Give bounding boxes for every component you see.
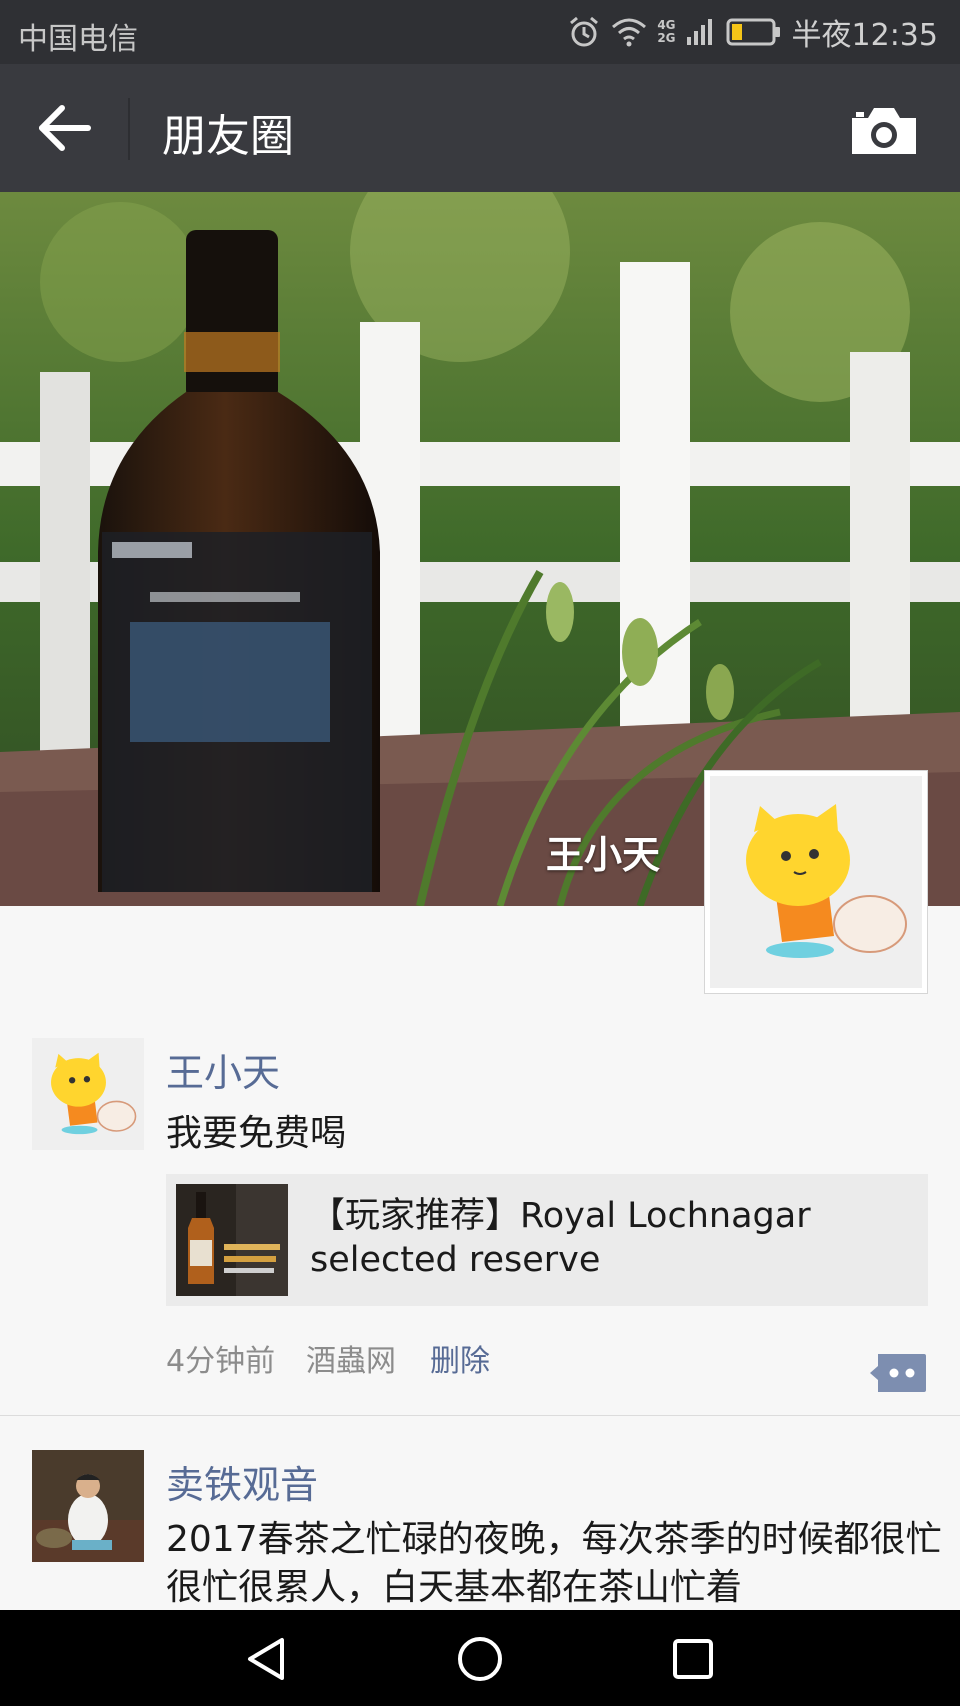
camera-icon[interactable] [848, 104, 920, 158]
back-arrow-icon[interactable] [30, 100, 100, 156]
page-title: 朋友圈 [162, 111, 294, 162]
post-author-name[interactable]: 卖铁观音 [166, 1454, 318, 1509]
cartoon-cat-avatar-icon [32, 1038, 144, 1150]
delete-link[interactable]: 删除 [430, 1336, 490, 1380]
nav-divider [128, 98, 130, 160]
top-nav-bar: 朋友圈 [0, 64, 960, 192]
post-timestamp: 4分钟前 [166, 1344, 276, 1379]
status-bar: 中国电信 4G 2G 半夜12:35 [0, 0, 960, 64]
network-type-label: 4G 2G [657, 18, 676, 45]
nav-recents-icon[interactable] [668, 1634, 718, 1684]
comment-menu-icon[interactable] [868, 1352, 928, 1394]
cover-user-name: 王小天 [546, 833, 661, 877]
post-author-avatar[interactable] [32, 1038, 144, 1150]
shared-link-card[interactable]: 【玩家推荐】Royal Lochnagar selected reserve [166, 1174, 928, 1306]
link-thumbnail [176, 1184, 288, 1296]
signal-icon [686, 19, 712, 45]
post-text: 我要免费喝 [166, 1113, 347, 1154]
link-title: 【玩家推荐】Royal Lochnagar selected reserve [310, 1196, 811, 1280]
moment-post: 卖铁观音 2017春茶之忙碌的夜晚，每次茶季的时候都很忙很忙很累人，白天基本都在… [0, 1432, 960, 1612]
alarm-icon [570, 16, 599, 47]
post-author-name[interactable]: 王小天 [166, 1042, 280, 1097]
wifi-icon [612, 18, 647, 47]
photo-avatar-icon [32, 1450, 144, 1562]
post-source[interactable]: 酒蟲网 [306, 1336, 396, 1380]
post-author-avatar[interactable] [32, 1450, 144, 1562]
nav-home-icon[interactable] [455, 1634, 505, 1684]
clock: 半夜12:35 [791, 18, 938, 53]
moment-post: 王小天 我要免费喝 【玩家推荐】Royal Lochnagar selected… [0, 1032, 960, 1416]
battery-icon [726, 18, 780, 46]
system-navigation-bar [0, 1610, 960, 1706]
cartoon-cat-avatar-icon [710, 776, 922, 988]
nav-back-icon[interactable] [242, 1634, 292, 1684]
status-icons: 4G 2G 半夜12:35 [567, 12, 938, 53]
profile-avatar[interactable] [704, 770, 928, 994]
post-text: 2017春茶之忙碌的夜晚，每次茶季的时候都很忙很忙很累人，白天基本都在茶山忙着 [166, 1519, 942, 1608]
carrier-label: 中国电信 [18, 22, 138, 57]
whisky-bottle-thumbnail-icon [176, 1184, 288, 1296]
